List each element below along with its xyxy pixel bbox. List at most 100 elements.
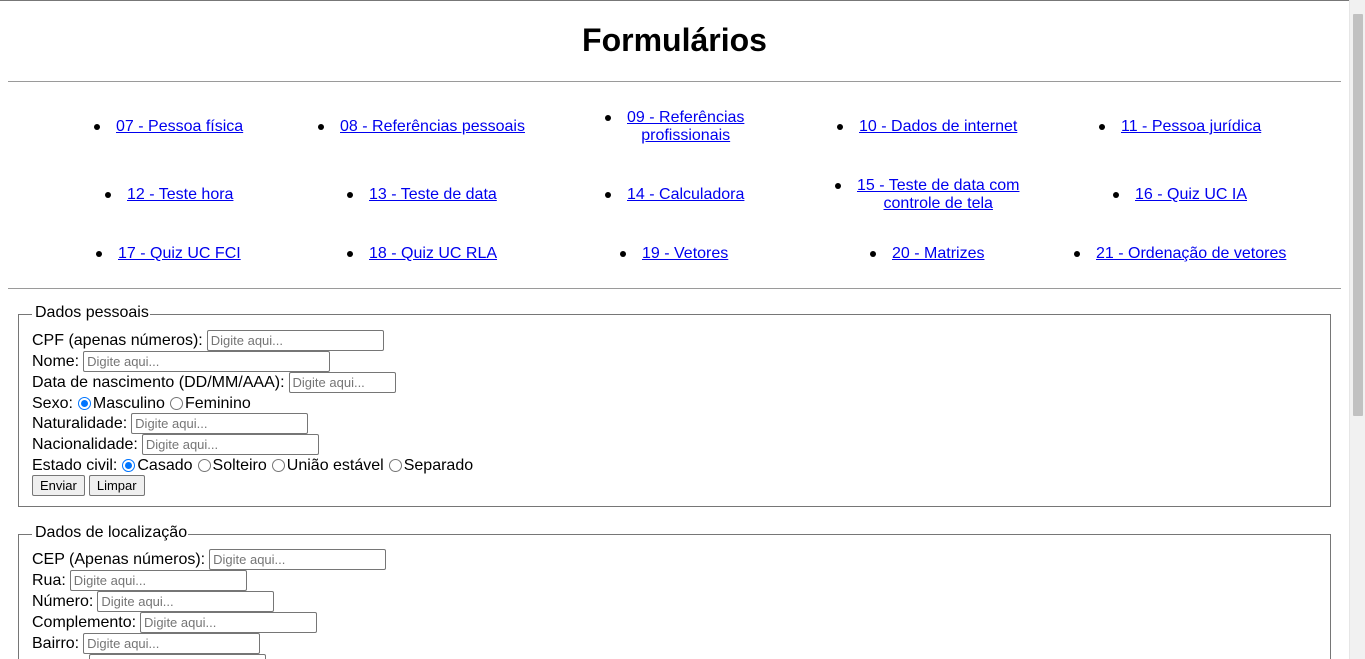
nome-input[interactable] — [83, 351, 331, 372]
cpf-input[interactable] — [206, 330, 384, 351]
bairro-input[interactable] — [83, 633, 261, 654]
nav-link-line: profissionais — [641, 127, 731, 144]
nav-item-12: 12 - Teste hora — [105, 186, 233, 204]
nav-item-19: 19 - Vetores — [620, 245, 728, 263]
bullet-icon — [870, 251, 876, 257]
nav-item-11: 11 - Pessoa jurídica — [1099, 118, 1261, 136]
nav-item-08: 08 - Referências pessoais — [318, 118, 525, 136]
fieldset-border — [18, 534, 32, 535]
nav-item-16: 16 - Quiz UC IA — [1113, 186, 1247, 204]
estado-civil-casado-label: Casado — [137, 456, 193, 474]
nav-link-quiz-ia[interactable]: 16 - Quiz UC IA — [1135, 186, 1247, 204]
bairro-label: Bairro: — [32, 634, 80, 652]
sexo-masculino-label: Masculino — [92, 394, 165, 412]
nav-link-vetores[interactable]: 19 - Vetores — [642, 245, 728, 263]
naturalidade-input[interactable] — [131, 413, 309, 434]
rua-label: Rua: — [32, 571, 66, 589]
bullet-icon — [620, 251, 626, 257]
estado-civil-solteiro-label: Solteiro — [212, 456, 267, 474]
submit-button[interactable]: Enviar — [32, 475, 85, 496]
divider — [8, 81, 1341, 82]
complemento-label: Complemento: — [32, 613, 137, 631]
naturalidade-row: Naturalidade: — [32, 413, 309, 434]
nav-link-referencias-pessoais[interactable]: 08 - Referências pessoais — [340, 118, 525, 136]
nav-item-15: 15 - Teste de data com controle de tela — [835, 177, 1019, 213]
estado-civil-solteiro-radio[interactable] — [197, 459, 211, 472]
bullet-icon — [1099, 124, 1105, 130]
cep-label: CEP (Apenas números): — [32, 550, 206, 568]
sexo-masculino-radio[interactable] — [77, 397, 91, 410]
sexo-row: Sexo: Masculino Feminino — [32, 393, 251, 414]
nav-link-referencias-profissionais[interactable]: 09 - Referências profissionais — [627, 109, 744, 145]
nav-link-ordenacao-vetores[interactable]: 21 - Ordenação de vetores — [1096, 245, 1286, 263]
bullet-icon — [347, 192, 353, 198]
nascimento-label: Data de nascimento (DD/MM/AAA): — [32, 373, 285, 391]
nav-link-line: controle de tela — [883, 195, 993, 212]
cep-input[interactable] — [209, 549, 387, 570]
nav-link-teste-data[interactable]: 13 - Teste de data — [369, 186, 497, 204]
bullet-icon — [837, 124, 843, 130]
bullet-icon — [1113, 192, 1119, 198]
nacionalidade-row: Nacionalidade: — [32, 434, 319, 455]
complemento-row: Complemento: — [32, 612, 318, 633]
sexo-feminino-label: Feminino — [184, 394, 251, 412]
nascimento-input[interactable] — [288, 372, 396, 393]
nome-row: Nome: — [32, 351, 331, 372]
estado-civil-uniao-estavel-label: União estável — [286, 456, 384, 474]
location-data-fieldset: Dados de localização CEP (Apenas números… — [18, 524, 1331, 659]
estado-civil-uniao-estavel-radio[interactable] — [271, 459, 285, 472]
estado-civil-separado-radio[interactable] — [388, 459, 402, 472]
numero-row: Número: — [32, 591, 275, 612]
naturalidade-label: Naturalidade: — [32, 414, 128, 432]
nav-link-teste-data-controle[interactable]: 15 - Teste de data com controle de tela — [857, 177, 1019, 213]
nascimento-row: Data de nascimento (DD/MM/AAA): — [32, 372, 396, 393]
rua-row: Rua: — [32, 570, 247, 591]
sexo-feminino-radio[interactable] — [169, 397, 183, 410]
nav-link-quiz-fci[interactable]: 17 - Quiz UC FCI — [118, 245, 241, 263]
nav-link-matrizes[interactable]: 20 - Matrizes — [892, 245, 984, 263]
scrollbar-thumb[interactable] — [1353, 14, 1363, 416]
nome-label: Nome: — [32, 352, 80, 370]
divider — [8, 288, 1341, 289]
nav-item-20: 20 - Matrizes — [870, 245, 984, 263]
nav-item-10: 10 - Dados de internet — [837, 118, 1017, 136]
nav-link-calculadora[interactable]: 14 - Calculadora — [627, 186, 744, 204]
nav-item-13: 13 - Teste de data — [347, 186, 497, 204]
fieldset-border — [187, 534, 1331, 535]
bullet-icon — [105, 192, 111, 198]
reset-button[interactable]: Limpar — [88, 475, 145, 496]
personal-data-fieldset: Dados pessoais CPF (apenas números): Nom… — [18, 304, 1331, 507]
rua-input[interactable] — [69, 570, 247, 591]
complemento-input[interactable] — [140, 612, 318, 633]
nav-link-teste-hora[interactable]: 12 - Teste hora — [127, 186, 233, 204]
nav-link-quiz-rla[interactable]: 18 - Quiz UC RLA — [369, 245, 497, 263]
nav-link-dados-internet[interactable]: 10 - Dados de internet — [859, 118, 1017, 136]
bullet-icon — [94, 124, 100, 130]
bullet-icon — [318, 124, 324, 130]
personal-data-legend: Dados pessoais — [34, 304, 150, 322]
nav-link-line: 15 - Teste de data com — [857, 177, 1020, 194]
nav-item-07: 07 - Pessoa física — [94, 118, 243, 136]
nacionalidade-input[interactable] — [141, 434, 319, 455]
nav-item-09: 09 - Referências profissionais — [605, 109, 744, 145]
nav-item-14: 14 - Calculadora — [605, 186, 744, 204]
bullet-icon — [605, 192, 611, 198]
nav-link-pessoa-fisica[interactable]: 07 - Pessoa física — [116, 118, 243, 136]
cidade-input[interactable] — [89, 654, 266, 659]
page-title: Formulários — [582, 22, 767, 58]
nav-link-pessoa-juridica[interactable]: 11 - Pessoa jurídica — [1121, 118, 1261, 136]
nav-item-18: 18 - Quiz UC RLA — [347, 245, 497, 263]
estado-civil-label: Estado civil: — [32, 456, 118, 474]
page: Formulários 07 - Pessoa física 08 - Refe… — [0, 0, 1349, 659]
fieldset-border — [18, 314, 32, 315]
buttons-row: Enviar Limpar — [32, 475, 149, 496]
estado-civil-casado-radio[interactable] — [122, 459, 136, 472]
vertical-scrollbar[interactable] — [1349, 0, 1365, 659]
cidade-row — [32, 654, 266, 659]
bullet-icon — [96, 251, 102, 257]
numero-input[interactable] — [97, 591, 275, 612]
bullet-icon — [605, 115, 611, 121]
nacionalidade-label: Nacionalidade: — [32, 435, 138, 453]
numero-label: Número: — [32, 592, 94, 610]
fieldset-border — [149, 314, 1331, 315]
